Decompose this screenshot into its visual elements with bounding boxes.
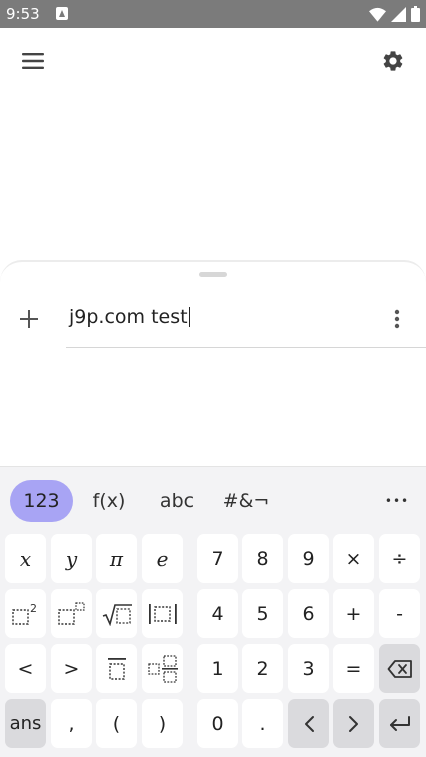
key-2[interactable]: 2 bbox=[242, 644, 283, 693]
menu-button[interactable] bbox=[12, 44, 54, 78]
battery-icon bbox=[411, 6, 420, 22]
key-comma[interactable]: , bbox=[51, 699, 92, 748]
chevron-left-icon bbox=[304, 715, 314, 732]
key-multiply[interactable]: × bbox=[333, 534, 374, 583]
key-divide[interactable]: ÷ bbox=[379, 534, 420, 583]
expression-input[interactable]: j9p.com test bbox=[66, 300, 366, 336]
key-less-than[interactable]: < bbox=[5, 644, 46, 693]
key-4[interactable]: 4 bbox=[197, 589, 238, 638]
key-backspace[interactable] bbox=[379, 644, 420, 693]
status-bar: 9:53 bbox=[0, 0, 426, 28]
notification-icon bbox=[56, 7, 68, 20]
key-overline[interactable] bbox=[96, 644, 137, 693]
key-y[interactable]: y bbox=[51, 534, 92, 583]
absolute-value-icon bbox=[148, 603, 177, 624]
key-minus[interactable]: - bbox=[379, 589, 420, 638]
settings-button[interactable] bbox=[372, 42, 414, 80]
status-icons bbox=[369, 6, 420, 22]
more-vert-icon bbox=[394, 309, 400, 329]
add-button[interactable] bbox=[10, 300, 48, 338]
key-9[interactable]: 9 bbox=[288, 534, 329, 583]
key-enter[interactable] bbox=[379, 699, 420, 748]
key-decimal[interactable]: . bbox=[242, 699, 283, 748]
key-power[interactable] bbox=[51, 589, 92, 638]
key-3[interactable]: 3 bbox=[288, 644, 329, 693]
key-cursor-left[interactable] bbox=[288, 699, 329, 748]
key-5[interactable]: 5 bbox=[242, 589, 283, 638]
key-1[interactable]: 1 bbox=[197, 644, 238, 693]
expression-text: j9p.com test bbox=[69, 306, 188, 328]
key-7[interactable]: 7 bbox=[197, 534, 238, 583]
mixed-fraction-icon bbox=[147, 654, 178, 683]
drag-handle[interactable] bbox=[199, 272, 227, 277]
overline-template-icon bbox=[107, 657, 126, 680]
backspace-icon bbox=[387, 659, 412, 678]
text-caret bbox=[188, 307, 190, 327]
key-mixed-fraction[interactable] bbox=[142, 644, 183, 693]
key-close-paren[interactable]: ) bbox=[142, 699, 183, 748]
gear-icon bbox=[383, 51, 403, 71]
hamburger-menu-icon bbox=[22, 53, 44, 69]
sqrt-icon bbox=[102, 603, 132, 626]
squared-template-icon: 2 bbox=[11, 602, 37, 625]
tab-symbols[interactable]: #&¬ bbox=[222, 480, 270, 522]
tab-letters[interactable]: abc bbox=[152, 480, 202, 522]
keyboard-overflow-button[interactable]: ••• bbox=[380, 480, 414, 522]
key-pi[interactable]: π bbox=[96, 534, 137, 583]
key-squared[interactable]: 2 bbox=[5, 589, 46, 638]
power-template-icon bbox=[57, 601, 85, 625]
input-sheet bbox=[0, 260, 426, 470]
tab-functions[interactable]: f(x) bbox=[84, 480, 134, 522]
key-plus[interactable]: + bbox=[333, 589, 374, 638]
key-abs[interactable] bbox=[142, 589, 183, 638]
key-e[interactable]: e bbox=[142, 534, 183, 583]
key-equals[interactable]: = bbox=[333, 644, 374, 693]
key-ans[interactable]: ans bbox=[5, 699, 46, 748]
tab-numbers[interactable]: 123 bbox=[10, 480, 73, 522]
input-underline bbox=[66, 347, 426, 348]
key-greater-than[interactable]: > bbox=[51, 644, 92, 693]
status-time: 9:53 bbox=[6, 5, 40, 23]
key-6[interactable]: 6 bbox=[288, 589, 329, 638]
chevron-right-icon bbox=[348, 715, 358, 732]
enter-icon bbox=[389, 715, 410, 731]
signal-icon bbox=[391, 6, 406, 22]
more-options-button[interactable] bbox=[382, 302, 412, 336]
svg-text:2: 2 bbox=[30, 602, 37, 615]
key-cursor-right[interactable] bbox=[333, 699, 374, 748]
key-8[interactable]: 8 bbox=[242, 534, 283, 583]
key-sqrt[interactable] bbox=[96, 589, 137, 638]
key-x[interactable]: x bbox=[5, 534, 46, 583]
wifi-icon bbox=[369, 7, 386, 22]
plus-icon bbox=[20, 310, 38, 328]
key-0[interactable]: 0 bbox=[197, 699, 238, 748]
key-open-paren[interactable]: ( bbox=[96, 699, 137, 748]
